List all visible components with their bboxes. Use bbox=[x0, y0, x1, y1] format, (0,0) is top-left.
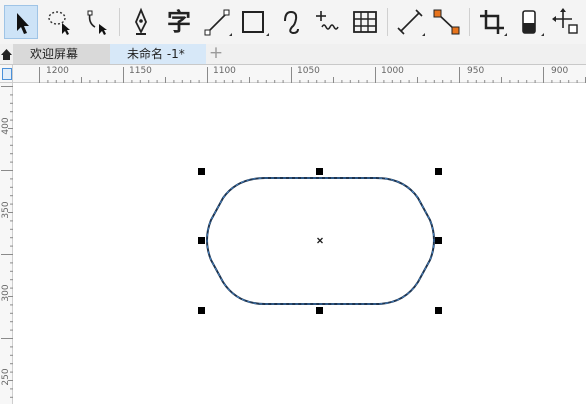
selection-handle-top-left[interactable] bbox=[198, 168, 205, 175]
pen-nib-icon bbox=[135, 7, 147, 35]
selection-handle-bottom-left[interactable] bbox=[198, 307, 205, 314]
vertical-ruler[interactable]: 400 350 300 250 bbox=[0, 83, 13, 404]
center-marker-icon[interactable] bbox=[317, 237, 323, 244]
selection-handle-middle-left[interactable] bbox=[198, 237, 205, 244]
measure-tool-button[interactable] bbox=[311, 5, 345, 39]
pen-tool-button[interactable] bbox=[124, 5, 158, 39]
dimension-line-icon bbox=[397, 9, 425, 36]
home-button[interactable] bbox=[0, 44, 13, 64]
tab-label: 未命名 -1* bbox=[127, 47, 185, 61]
line-tool-button[interactable] bbox=[200, 5, 234, 39]
ruler-label: 1100 bbox=[213, 66, 236, 76]
toolbar-separator bbox=[119, 8, 120, 36]
lasso-pick-icon bbox=[48, 11, 70, 35]
eraser-tool-button[interactable] bbox=[512, 5, 546, 39]
shape-node-icon bbox=[87, 10, 107, 35]
ruler-label: 1150 bbox=[129, 66, 152, 76]
crop-tool-button[interactable] bbox=[475, 5, 509, 39]
selection-handle-bottom-center[interactable] bbox=[316, 307, 323, 314]
main-toolbar: 字 bbox=[0, 0, 586, 45]
ruler-label: 400 bbox=[1, 117, 11, 135]
spiral-curve-icon bbox=[284, 10, 299, 35]
text-glyph-icon: 字 bbox=[167, 8, 191, 36]
connector-tool-button[interactable] bbox=[430, 5, 464, 39]
selection-handle-bottom-right[interactable] bbox=[435, 307, 442, 314]
rectangle-tool-button[interactable] bbox=[237, 5, 271, 39]
ruler-label: 300 bbox=[1, 284, 11, 302]
selection-handle-middle-right[interactable] bbox=[435, 237, 442, 244]
dimension-tool-button[interactable] bbox=[393, 5, 427, 39]
canvas-drawing bbox=[198, 168, 442, 314]
eraser-icon bbox=[522, 10, 544, 36]
rectangle-icon bbox=[242, 11, 269, 36]
ruler-label: 350 bbox=[1, 201, 11, 219]
selection-handle-top-center[interactable] bbox=[316, 168, 323, 175]
ruler-label: 1050 bbox=[297, 66, 320, 76]
add-tab-button[interactable]: + bbox=[206, 44, 226, 64]
transform-tool-button[interactable] bbox=[549, 5, 583, 39]
line-icon bbox=[204, 9, 232, 36]
table-grid-icon bbox=[353, 11, 377, 33]
connector-icon bbox=[433, 9, 460, 35]
toolbar-separator bbox=[387, 8, 388, 36]
pointer-arrow-icon bbox=[17, 13, 29, 34]
shape-edit-tool-button[interactable] bbox=[81, 5, 115, 39]
drawing-canvas[interactable] bbox=[13, 83, 586, 404]
ruler-origin-corner[interactable] bbox=[0, 65, 13, 83]
tab-untitled-document[interactable]: 未命名 -1* bbox=[110, 44, 206, 64]
ruler-label: 950 bbox=[467, 66, 485, 76]
selection-handle-top-right[interactable] bbox=[435, 168, 442, 175]
home-icon bbox=[1, 49, 12, 60]
plus-wave-icon bbox=[316, 11, 339, 30]
table-tool-button[interactable] bbox=[348, 5, 382, 39]
ruler-label: 250 bbox=[1, 368, 11, 386]
move-transform-icon bbox=[552, 8, 578, 34]
toolbar-separator bbox=[469, 8, 470, 36]
ruler-label: 900 bbox=[551, 66, 569, 76]
freehand-pick-tool-button[interactable] bbox=[43, 5, 77, 39]
ruler-label: 1200 bbox=[46, 66, 69, 76]
text-tool-button[interactable]: 字 bbox=[162, 5, 196, 39]
crop-icon bbox=[480, 10, 507, 36]
ruler-label: 1000 bbox=[381, 66, 404, 76]
spiral-tool-button[interactable] bbox=[274, 5, 308, 39]
ruler-origin-icon bbox=[2, 68, 12, 80]
tab-welcome-screen[interactable]: 欢迎屏幕 bbox=[13, 44, 110, 64]
pick-tool-button[interactable] bbox=[4, 5, 38, 39]
tab-label: 欢迎屏幕 bbox=[30, 47, 79, 61]
horizontal-ruler[interactable]: 1200 1150 1100 1050 1000 950 900 bbox=[13, 65, 586, 83]
document-tab-bar: 欢迎屏幕 未命名 -1* + bbox=[0, 44, 586, 65]
